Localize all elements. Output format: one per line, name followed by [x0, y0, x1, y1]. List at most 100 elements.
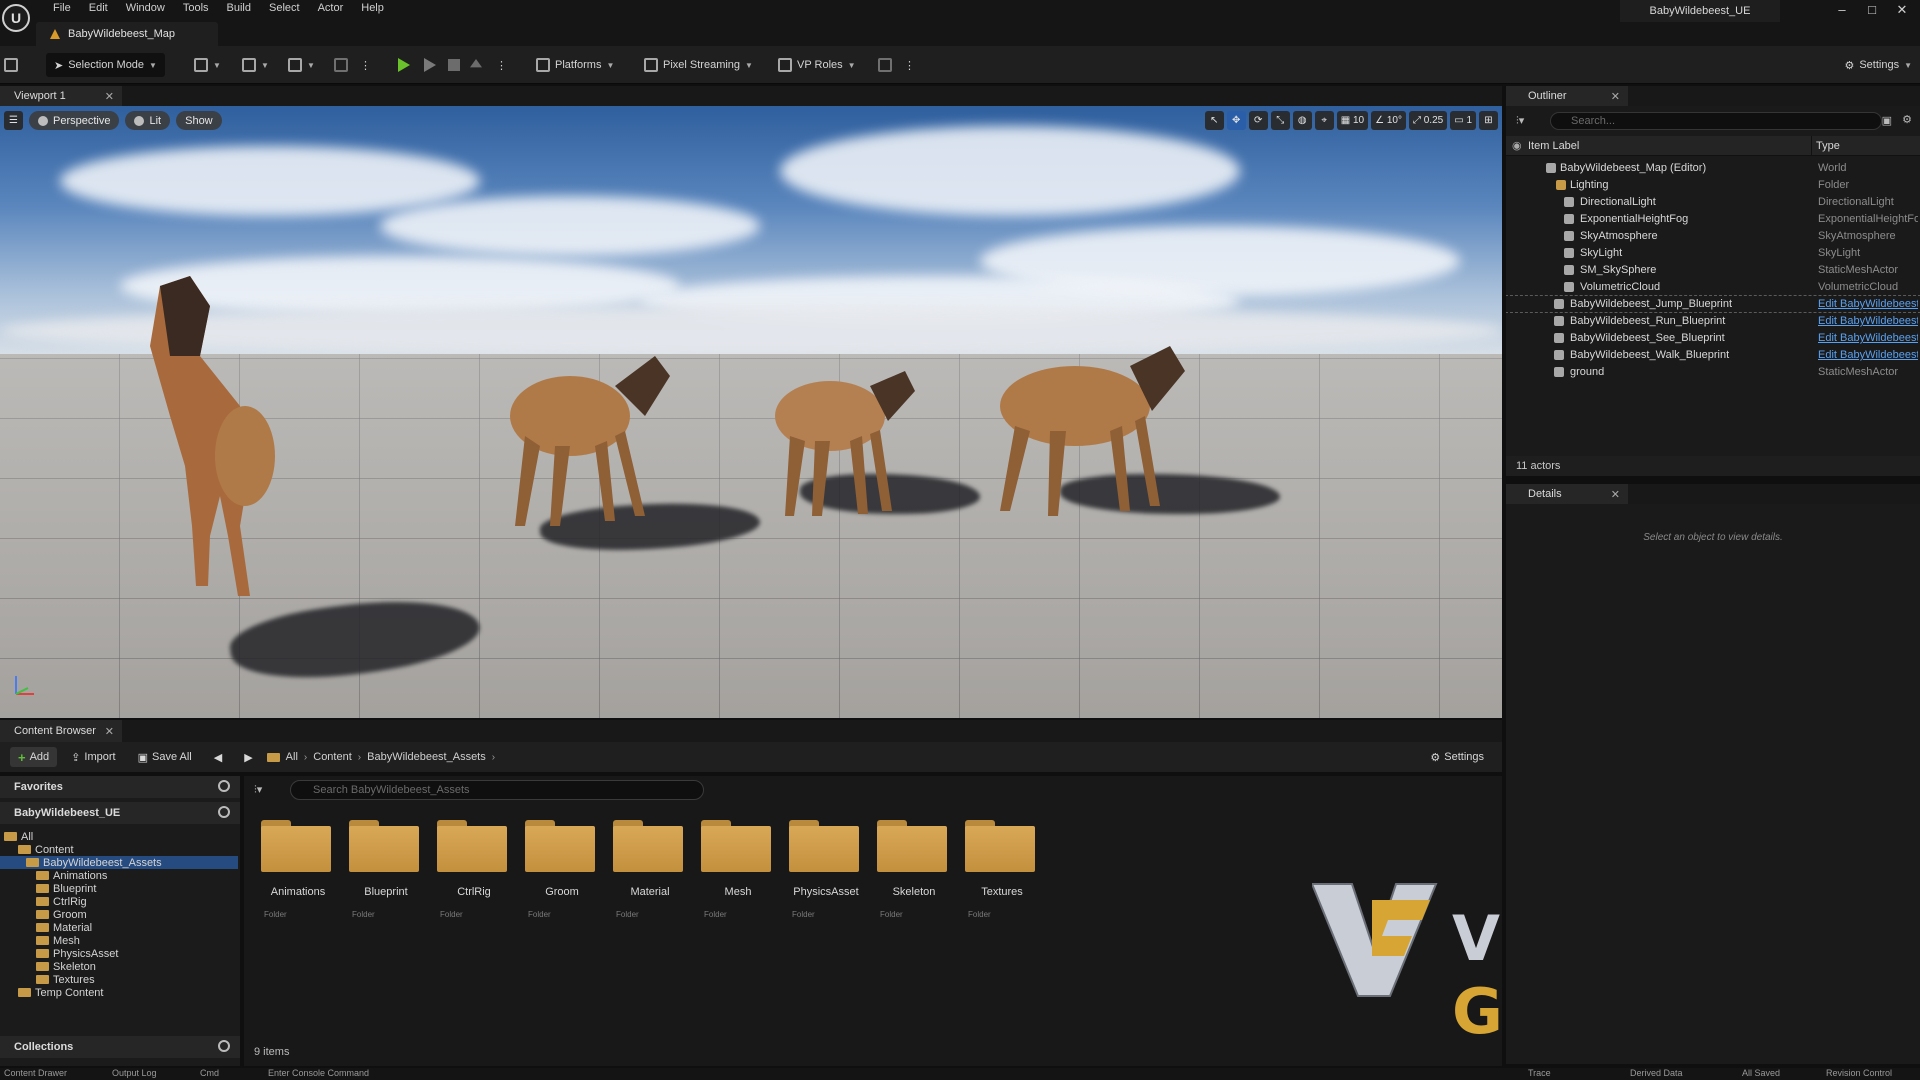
tree-item-content[interactable]: Content	[18, 843, 74, 856]
tree-item-animations[interactable]: Animations	[36, 869, 107, 882]
outliner-row[interactable]: VolumetricCloud VolumetricCloud	[1506, 279, 1920, 295]
tree-item-mesh[interactable]: Mesh	[36, 934, 80, 947]
camera-speed-button[interactable]: ▭ 1	[1450, 111, 1476, 130]
filter-icon[interactable]: ⫶▾	[254, 783, 262, 797]
show-dropdown[interactable]: Show	[176, 111, 222, 130]
outliner-row[interactable]: SkyLight SkyLight	[1506, 245, 1920, 261]
outliner-row[interactable]: BabyWildebeest_See_Blueprint Edit BabyWil…	[1506, 330, 1920, 346]
cmd-dropdown[interactable]: Cmd	[200, 1068, 219, 1078]
layout-icon[interactable]: ⊞	[1479, 111, 1498, 130]
folder-tile[interactable]: Mesh Folder	[694, 812, 772, 930]
wildebeest-calf[interactable]	[495, 306, 675, 536]
breadcrumb-assets[interactable]: BabyWildebeest_Assets	[367, 751, 486, 763]
stop-icon[interactable]	[448, 53, 460, 77]
edit-blueprint-link[interactable]: Edit BabyWildebeest_	[1818, 315, 1918, 327]
breadcrumb-all[interactable]: All	[286, 751, 298, 763]
view-mode-dropdown[interactable]: Lit	[125, 111, 171, 130]
level-viewport[interactable]: ☰ Perspective Lit Show ↖ ✥ ⟳ ⤡ ◍ ⌖ ▦ 10 …	[0, 106, 1502, 718]
tree-item-skeleton[interactable]: Skeleton	[36, 960, 96, 973]
vp-roles-dropdown[interactable]: VP Roles ▼	[778, 53, 856, 77]
search-icon[interactable]	[218, 1040, 230, 1052]
edit-blueprint-link[interactable]: Edit BabyWildebeest_	[1818, 332, 1918, 344]
eject-icon[interactable]	[470, 53, 482, 77]
unreal-logo-icon[interactable]: U	[2, 4, 30, 32]
wildebeest-calf[interactable]	[760, 326, 920, 526]
menu-window[interactable]: Window	[117, 0, 174, 18]
search-icon[interactable]	[218, 780, 230, 792]
scale-tool-icon[interactable]: ⤡	[1270, 111, 1290, 130]
project-header[interactable]: BabyWildebeest_UE	[0, 802, 240, 824]
add-folder-icon[interactable]: ▣	[1882, 114, 1892, 127]
collections-header[interactable]: Collections	[0, 1036, 240, 1058]
close-icon[interactable]: ✕	[105, 90, 114, 103]
folder-tile[interactable]: Groom Folder	[518, 812, 596, 930]
outliner-row[interactable]: BabyWildebeest_Run_Blueprint Edit BabyWil…	[1506, 313, 1920, 329]
virtual-production-icon[interactable]	[878, 53, 892, 77]
all-saved-button[interactable]: All Saved	[1742, 1068, 1780, 1078]
folder-tile[interactable]: Material Folder	[606, 812, 684, 930]
folder-tile[interactable]: Blueprint Folder	[342, 812, 420, 930]
cinematics-button[interactable]: ▼	[288, 53, 315, 77]
maximize-icon[interactable]: □	[1860, 2, 1884, 22]
settings-dropdown[interactable]: ⚙ Settings ▼	[1844, 53, 1912, 77]
play-options-icon[interactable]: ⋮	[496, 53, 507, 77]
wildebeest-calf[interactable]	[130, 266, 300, 606]
minimize-icon[interactable]: –	[1830, 2, 1854, 22]
content-settings-button[interactable]: ⚙ Settings	[1422, 747, 1492, 767]
more-icon[interactable]: ⋮	[904, 53, 915, 77]
save-all-button[interactable]: ▣ Save All	[130, 747, 200, 767]
viewport-menu-icon[interactable]: ☰	[4, 111, 23, 130]
content-drawer-button[interactable]: Content Drawer	[4, 1068, 67, 1078]
filter-icon[interactable]: ⫶▾	[1516, 114, 1524, 128]
outliner-tab[interactable]: Outliner ✕	[1506, 86, 1628, 106]
menu-help[interactable]: Help	[352, 0, 393, 18]
close-icon[interactable]: ✕	[1890, 2, 1914, 22]
save-icon[interactable]	[4, 53, 18, 77]
outliner-row[interactable]: ground StaticMeshActor	[1506, 364, 1920, 380]
outliner-row[interactable]: DirectionalLight DirectionalLight	[1506, 194, 1920, 210]
trace-button[interactable]: Trace	[1528, 1068, 1551, 1078]
viewport-tab[interactable]: Viewport 1 ✕	[0, 86, 122, 106]
content-browser-tab[interactable]: Content Browser ✕	[0, 720, 122, 742]
more-options-icon[interactable]: ⋮	[360, 53, 371, 77]
close-icon[interactable]: ✕	[1611, 90, 1620, 103]
tree-item-temp-content[interactable]: Temp Content	[18, 986, 103, 999]
outliner-row[interactable]: BabyWildebeest_Jump_Blueprint Edit BabyWi…	[1506, 295, 1920, 313]
close-icon[interactable]: ✕	[105, 725, 114, 738]
folder-tile[interactable]: Textures Folder	[958, 812, 1036, 930]
outliner-row[interactable]: ExponentialHeightFog ExponentialHeightFog	[1506, 211, 1920, 227]
import-button[interactable]: ⇪ Import	[63, 747, 123, 767]
favorites-header[interactable]: Favorites	[0, 776, 240, 798]
menu-edit[interactable]: Edit	[80, 0, 117, 18]
tree-item-all[interactable]: All	[4, 830, 33, 843]
derived-data-button[interactable]: Derived Data	[1630, 1068, 1683, 1078]
edit-blueprint-link[interactable]: Edit BabyWildebeest_	[1818, 298, 1918, 310]
play-button[interactable]	[398, 53, 410, 77]
rotate-tool-icon[interactable]: ⟳	[1248, 111, 1268, 130]
menu-actor[interactable]: Actor	[309, 0, 353, 18]
world-local-icon[interactable]: ◍	[1292, 111, 1312, 130]
tree-item-blueprint[interactable]: Blueprint	[36, 882, 96, 895]
blueprint-button[interactable]: ▼	[242, 53, 269, 77]
chevron-right-icon[interactable]: ›	[492, 752, 495, 763]
console-command-input[interactable]: Enter Console Command	[268, 1068, 369, 1078]
add-button[interactable]: + Add	[10, 747, 58, 767]
perspective-dropdown[interactable]: Perspective	[29, 111, 120, 130]
outliner-row[interactable]: SM_SkySphere StaticMeshActor	[1506, 262, 1920, 278]
grid-snap-button[interactable]: ▦ 10	[1336, 111, 1369, 130]
edit-blueprint-link[interactable]: Edit BabyWildebeest_	[1818, 349, 1918, 361]
platforms-dropdown[interactable]: Platforms ▼	[536, 53, 614, 77]
scale-snap-button[interactable]: ⤢ 0.25	[1408, 111, 1448, 130]
outliner-row[interactable]: Lighting Folder	[1506, 177, 1920, 193]
chevron-right-icon[interactable]: ›	[358, 752, 361, 763]
outliner-search-input[interactable]: Search...	[1550, 112, 1882, 130]
gear-icon[interactable]: ⚙	[1902, 113, 1912, 126]
column-type[interactable]: Type	[1816, 140, 1840, 152]
menu-tools[interactable]: Tools	[174, 0, 218, 18]
asset-search-input[interactable]: Search BabyWildebeest_Assets	[290, 780, 704, 800]
back-icon[interactable]: ◀	[206, 747, 230, 767]
tree-item-ctrlrig[interactable]: CtrlRig	[36, 895, 87, 908]
tree-item-assets[interactable]: BabyWildebeest_Assets	[26, 856, 162, 869]
modes-icon[interactable]	[334, 53, 348, 77]
pixel-streaming-dropdown[interactable]: Pixel Streaming ▼	[644, 53, 753, 77]
